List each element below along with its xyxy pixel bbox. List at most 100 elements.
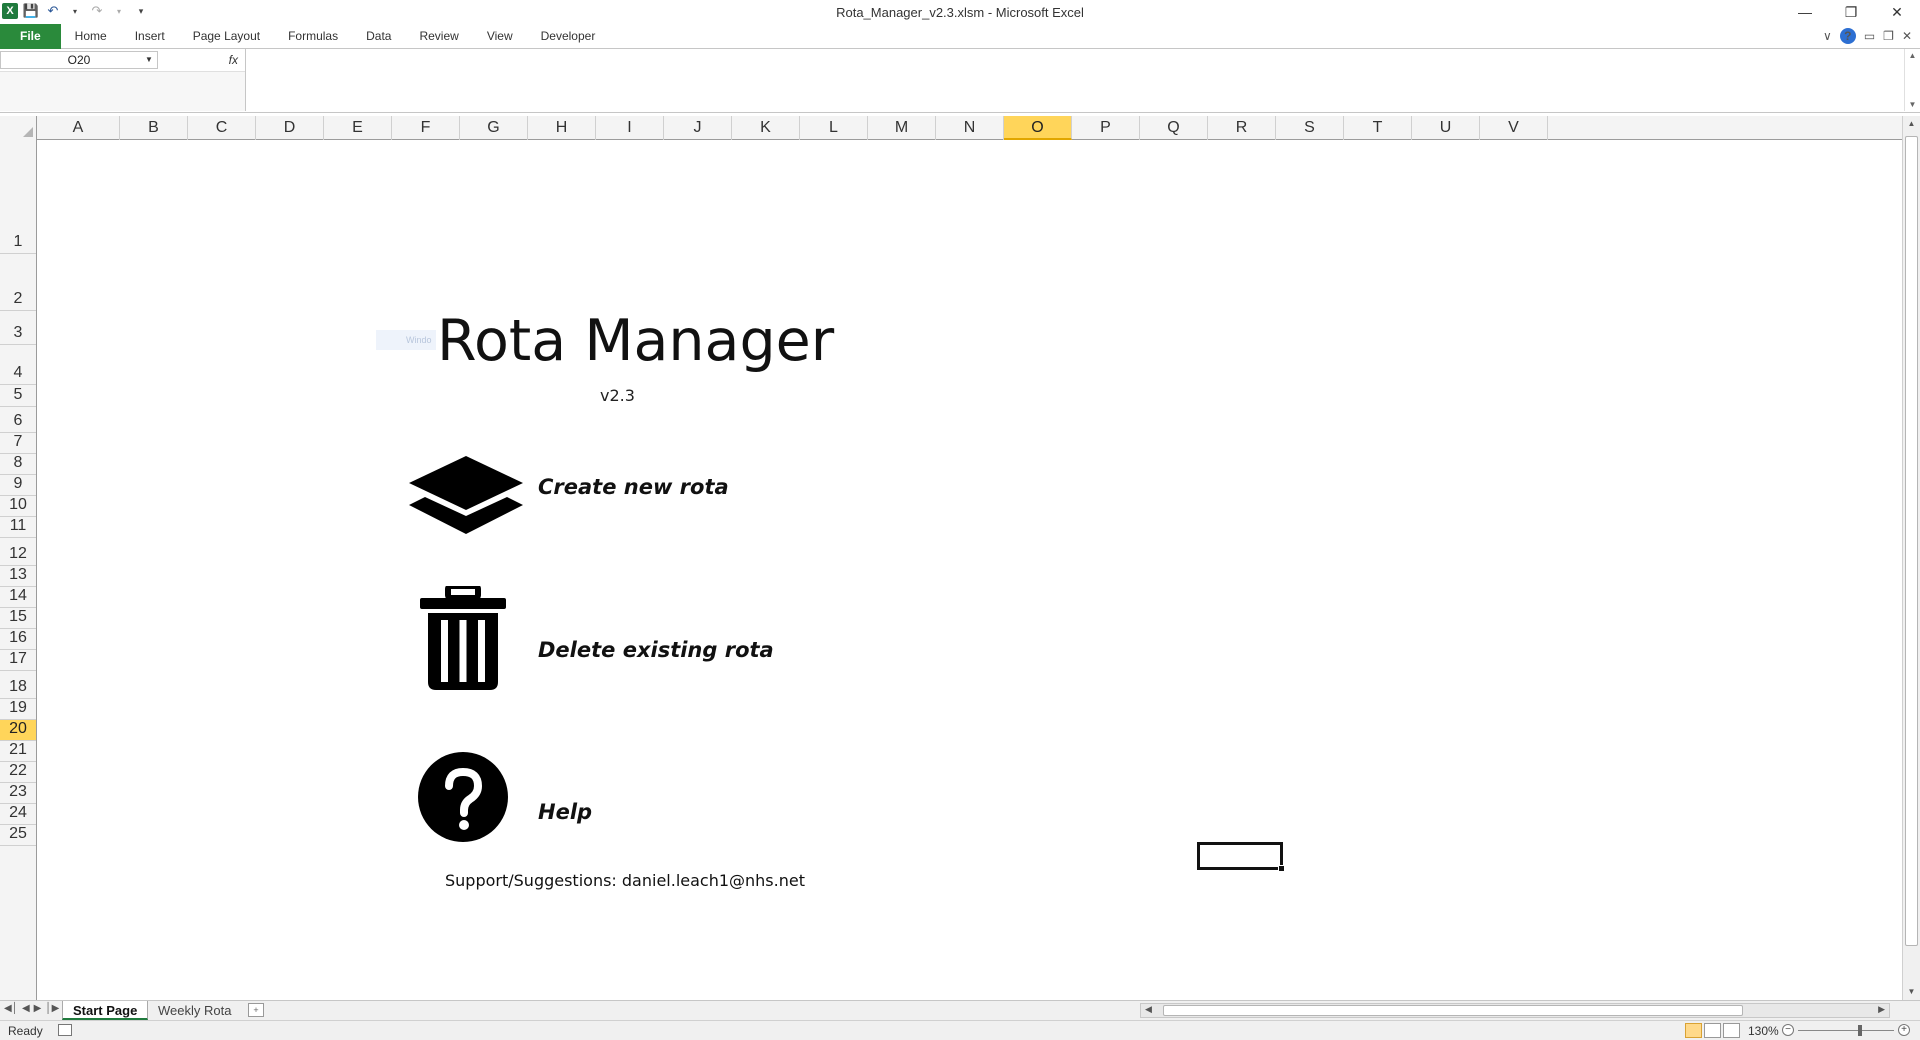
column-header-f[interactable]: F bbox=[392, 116, 460, 140]
ribbon-tab-data[interactable]: Data bbox=[352, 24, 405, 49]
minimize-button[interactable]: — bbox=[1782, 0, 1828, 24]
row-header-8[interactable]: 8 bbox=[0, 454, 36, 475]
ribbon-tab-page-layout[interactable]: Page Layout bbox=[179, 24, 274, 49]
zoom-slider[interactable]: − + bbox=[1782, 1024, 1910, 1037]
row-header-24[interactable]: 24 bbox=[0, 804, 36, 825]
column-header-e[interactable]: E bbox=[324, 116, 392, 140]
page-layout-view-button[interactable] bbox=[1704, 1023, 1721, 1038]
horizontal-scrollbar[interactable]: ◀ ▶ bbox=[1140, 1003, 1890, 1018]
minimize-ribbon-icon[interactable]: ∨ bbox=[1823, 29, 1832, 43]
ribbon-tab-review[interactable]: Review bbox=[405, 24, 472, 49]
zoom-out-icon[interactable]: − bbox=[1782, 1024, 1794, 1036]
column-header-g[interactable]: G bbox=[460, 116, 528, 140]
row-header-16[interactable]: 16 bbox=[0, 629, 36, 650]
column-header-k[interactable]: K bbox=[732, 116, 800, 140]
column-header-t[interactable]: T bbox=[1344, 116, 1412, 140]
restore-button[interactable]: ❐ bbox=[1828, 0, 1874, 24]
row-header-17[interactable]: 17 bbox=[0, 650, 36, 671]
insert-sheet-icon[interactable]: + bbox=[248, 1003, 264, 1017]
window-minimize-icon[interactable]: ▭ bbox=[1864, 29, 1875, 43]
row-header-11[interactable]: 11 bbox=[0, 517, 36, 538]
vertical-scroll-thumb[interactable] bbox=[1905, 136, 1918, 946]
row-header-3[interactable]: 3 bbox=[0, 311, 36, 345]
sheet-tab-start-page[interactable]: Start Page bbox=[62, 1001, 149, 1020]
scroll-left-icon[interactable]: ◀ bbox=[1145, 1004, 1152, 1015]
horizontal-scroll-thumb[interactable] bbox=[1163, 1005, 1743, 1016]
zoom-slider-knob[interactable] bbox=[1858, 1025, 1862, 1036]
row-header-18[interactable]: 18 bbox=[0, 671, 36, 699]
row-header-13[interactable]: 13 bbox=[0, 566, 36, 587]
ribbon-tab-view[interactable]: View bbox=[473, 24, 527, 49]
column-header-m[interactable]: M bbox=[868, 116, 936, 140]
row-header-2[interactable]: 2 bbox=[0, 254, 36, 311]
row-header-9[interactable]: 9 bbox=[0, 475, 36, 496]
column-header-o[interactable]: O bbox=[1004, 116, 1072, 140]
scroll-up-icon[interactable]: ▲ bbox=[1903, 116, 1920, 132]
normal-view-button[interactable] bbox=[1685, 1023, 1702, 1038]
row-header-20[interactable]: 20 bbox=[0, 720, 36, 741]
column-header-p[interactable]: P bbox=[1072, 116, 1140, 140]
column-header-n[interactable]: N bbox=[936, 116, 1004, 140]
question-circle-icon[interactable] bbox=[418, 752, 508, 842]
column-header-a[interactable]: A bbox=[37, 116, 120, 140]
window-close-icon[interactable]: ✕ bbox=[1902, 29, 1912, 43]
insert-function-icon[interactable]: fx bbox=[160, 51, 244, 69]
row-header-23[interactable]: 23 bbox=[0, 783, 36, 804]
vertical-scrollbar[interactable]: ▲ ▼ bbox=[1902, 116, 1920, 1000]
worksheet[interactable]: Windo Rota Manager v2.3 Create new rota … bbox=[37, 140, 1902, 1000]
row-header-15[interactable]: 15 bbox=[0, 608, 36, 629]
row-header-22[interactable]: 22 bbox=[0, 762, 36, 783]
column-header-v[interactable]: V bbox=[1480, 116, 1548, 140]
zoom-level[interactable]: 130% bbox=[1748, 1024, 1779, 1038]
column-header-s[interactable]: S bbox=[1276, 116, 1344, 140]
help-label[interactable]: Help bbox=[538, 800, 592, 824]
macro-record-icon[interactable] bbox=[58, 1024, 72, 1036]
column-header-c[interactable]: C bbox=[188, 116, 256, 140]
active-cell-o20[interactable] bbox=[1197, 842, 1285, 872]
next-sheet-icon[interactable]: ▶ bbox=[34, 1003, 42, 1014]
row-header-12[interactable]: 12 bbox=[0, 538, 36, 566]
row-header-21[interactable]: 21 bbox=[0, 741, 36, 762]
help-icon[interactable]: ? bbox=[1839, 28, 1856, 44]
column-header-h[interactable]: H bbox=[528, 116, 596, 140]
row-header-10[interactable]: 10 bbox=[0, 496, 36, 517]
ribbon-tab-formulas[interactable]: Formulas bbox=[274, 24, 352, 49]
first-sheet-icon[interactable]: ◀│ bbox=[4, 1003, 18, 1014]
layers-icon[interactable] bbox=[409, 456, 523, 536]
row-header-7[interactable]: 7 bbox=[0, 433, 36, 454]
delete-rota-label[interactable]: Delete existing rota bbox=[538, 638, 774, 662]
row-header-14[interactable]: 14 bbox=[0, 587, 36, 608]
row-header-19[interactable]: 19 bbox=[0, 699, 36, 720]
row-header-4[interactable]: 4 bbox=[0, 345, 36, 385]
column-header-j[interactable]: J bbox=[664, 116, 732, 140]
window-restore-icon[interactable]: ❐ bbox=[1883, 29, 1894, 43]
trash-icon[interactable] bbox=[420, 586, 506, 690]
last-sheet-icon[interactable]: │▶ bbox=[45, 1003, 59, 1014]
row-header-25[interactable]: 25 bbox=[0, 825, 36, 846]
row-header-6[interactable]: 6 bbox=[0, 407, 36, 433]
ribbon-tab-developer[interactable]: Developer bbox=[527, 24, 610, 49]
formula-bar-scroll[interactable]: ▲ ▼ bbox=[1904, 49, 1920, 111]
column-header-i[interactable]: I bbox=[596, 116, 664, 140]
column-header-u[interactable]: U bbox=[1412, 116, 1480, 140]
ribbon-tab-file[interactable]: File bbox=[0, 24, 61, 49]
ribbon-tab-insert[interactable]: Insert bbox=[121, 24, 179, 49]
column-header-b[interactable]: B bbox=[120, 116, 188, 140]
column-header-l[interactable]: L bbox=[800, 116, 868, 140]
scroll-down-icon[interactable]: ▼ bbox=[1903, 984, 1920, 1000]
zoom-in-icon[interactable]: + bbox=[1898, 1024, 1910, 1036]
create-rota-label[interactable]: Create new rota bbox=[538, 475, 729, 499]
prev-sheet-icon[interactable]: ◀ bbox=[22, 1003, 30, 1014]
row-header-1[interactable]: 1 bbox=[0, 140, 36, 254]
row-header-5[interactable]: 5 bbox=[0, 385, 36, 407]
column-header-d[interactable]: D bbox=[256, 116, 324, 140]
name-box[interactable]: O20 bbox=[0, 51, 158, 69]
column-header-r[interactable]: R bbox=[1208, 116, 1276, 140]
ribbon-tab-home[interactable]: Home bbox=[61, 24, 121, 49]
sheet-tab-weekly-rota[interactable]: Weekly Rota bbox=[148, 1001, 241, 1020]
close-button[interactable]: ✕ bbox=[1874, 0, 1920, 24]
page-break-view-button[interactable] bbox=[1723, 1023, 1740, 1038]
scroll-right-icon[interactable]: ▶ bbox=[1878, 1004, 1885, 1015]
name-box-dropdown-icon[interactable]: ▼ bbox=[145, 55, 153, 64]
formula-input[interactable] bbox=[245, 49, 1904, 111]
